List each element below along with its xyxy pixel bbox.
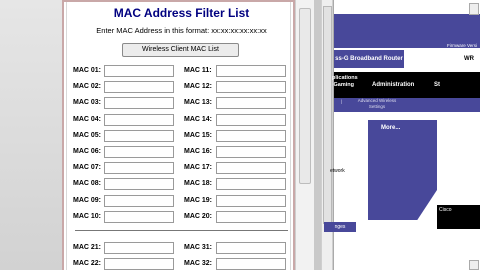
tab-administration[interactable]: Administration	[372, 82, 414, 88]
mac-filter-panel: MAC Address Filter List Enter MAC Addres…	[66, 2, 291, 270]
mac-address-input[interactable]	[104, 97, 174, 110]
window-gap	[314, 0, 321, 270]
sub-nav-separator: |	[341, 99, 343, 104]
mac-address-input[interactable]	[216, 146, 286, 158]
wireless-client-mac-list-button[interactable]: Wireless Client MAC List	[122, 43, 239, 57]
mac-address-input[interactable]	[104, 258, 174, 270]
cisco-logo: Cisco	[439, 207, 452, 213]
mac-address-input[interactable]	[104, 162, 174, 175]
mac-address-input[interactable]	[216, 97, 286, 110]
page-title: MAC Address Filter List	[113, 6, 250, 20]
save-changes-button[interactable]: nges	[324, 222, 356, 232]
scroll-up-arrow-icon[interactable]	[469, 3, 479, 15]
more-link[interactable]: More...	[381, 125, 400, 131]
mac-address-input[interactable]	[216, 113, 286, 126]
mac-field-label: MAC 09:	[73, 196, 102, 204]
mac-address-input[interactable]	[104, 65, 174, 77]
mac-field-label: MAC 11:	[184, 67, 212, 74]
mac-field-label: MAC 13:	[184, 99, 213, 107]
mac-filter-window: MAC Address Filter List Enter MAC Addres…	[62, 0, 295, 270]
mac-address-input[interactable]	[216, 194, 286, 207]
mac-address-input[interactable]	[216, 242, 286, 254]
mac-field-label: MAC 15:	[184, 131, 213, 139]
mac-address-input[interactable]	[104, 242, 174, 254]
mac-address-input[interactable]	[104, 210, 174, 223]
scrollbar-thumb[interactable]	[323, 6, 332, 224]
mac-field-label: MAC 20:	[184, 212, 213, 220]
mac-address-input[interactable]	[216, 81, 286, 94]
product-tab-bar: ss-G Broadband Router WR	[334, 48, 480, 72]
mac-field-label: MAC 04:	[73, 115, 102, 123]
popup-scrollbar[interactable]	[295, 0, 314, 270]
format-hint: Enter MAC Address in this format: xx:xx:…	[96, 26, 267, 35]
mac-address-input[interactable]	[104, 194, 174, 207]
tab-applications-gaming[interactable]: plications Gaming	[332, 75, 358, 89]
mac-field-label: MAC 01:	[73, 67, 102, 74]
brand-header: Firmware Versi	[334, 14, 480, 48]
mac-field-label: MAC 06:	[73, 148, 102, 155]
network-text: etwork	[330, 168, 345, 174]
mac-field-label: MAC 08:	[73, 180, 102, 188]
main-nav: plications Gaming Administration St	[332, 72, 480, 98]
mac-field-label: MAC 12:	[184, 83, 213, 91]
mac-field-label: MAC 10:	[73, 212, 102, 220]
mac-address-input[interactable]	[216, 258, 286, 270]
scroll-down-arrow-icon[interactable]	[469, 260, 479, 270]
mac-field-label: MAC 14:	[184, 115, 213, 123]
mac-address-input[interactable]	[104, 81, 174, 94]
scrollbar-thumb[interactable]	[299, 8, 311, 184]
mac-address-input[interactable]	[104, 146, 174, 158]
mac-field-label: MAC 02:	[73, 83, 102, 91]
mac-field-label: MAC 07:	[73, 164, 102, 172]
mac-field-label: MAC 16:	[184, 148, 213, 155]
mac-field-label: MAC 05:	[73, 131, 102, 139]
panel-corner-cut	[414, 190, 437, 225]
sub-nav: | Advanced Wireless Settings	[334, 98, 480, 112]
mac-address-input[interactable]	[104, 113, 174, 126]
model-label: WR	[464, 56, 474, 62]
sub-tab-advanced-wireless[interactable]: Advanced Wireless Settings	[352, 98, 402, 110]
mac-field-label: MAC 21:	[73, 244, 102, 251]
mac-field-label: MAC 31:	[184, 244, 213, 251]
divider	[75, 230, 288, 231]
mac-address-input[interactable]	[104, 129, 174, 142]
mac-field-label: MAC 18:	[184, 180, 213, 188]
mac-address-input[interactable]	[216, 178, 286, 191]
mac-address-input[interactable]	[216, 129, 286, 142]
mac-address-input[interactable]	[216, 210, 286, 223]
mac-field-label: MAC 22:	[73, 260, 102, 268]
mac-address-input[interactable]	[216, 65, 286, 77]
mac-field-label: MAC 19:	[184, 196, 213, 204]
tab-status[interactable]: St	[434, 82, 440, 88]
mac-field-label: MAC 32:	[184, 260, 213, 268]
page-scrollbar[interactable]	[467, 0, 480, 270]
desktop-background	[0, 0, 62, 270]
mac-field-label: MAC 03:	[73, 99, 102, 107]
router-admin-page: Firmware Versi ss-G Broadband Router WR …	[324, 0, 480, 270]
product-name-tab: ss-G Broadband Router	[334, 50, 404, 68]
mac-address-input[interactable]	[104, 178, 174, 191]
mac-address-input[interactable]	[216, 162, 286, 175]
mac-field-label: MAC 17:	[184, 164, 213, 172]
